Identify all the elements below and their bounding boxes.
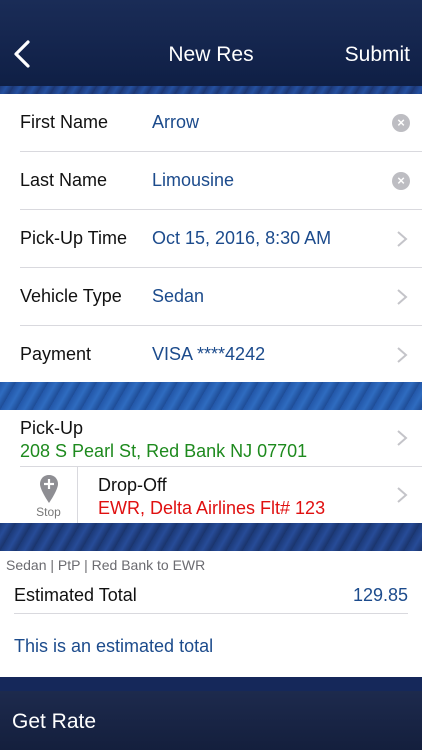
pickup-time-value: Oct 15, 2016, 8:30 AM [152,228,332,248]
estimated-total-value: 129.85 [352,585,408,605]
section-divider-band [0,523,422,551]
chevron-right-icon [397,289,408,305]
clear-icon[interactable]: × [392,172,410,190]
pickup-time-label: Pick-Up Time [20,228,128,248]
get-rate-button[interactable]: Get Rate [12,710,96,734]
estimate-note: This is an estimated total [14,636,214,656]
estimate-panel: Sedan | PtP | Red Bank to EWR Estimated … [0,551,422,677]
row-divider [14,613,408,614]
map-pin-plus-icon [40,475,58,503]
chevron-right-icon [397,487,408,503]
nav-bar: New Res Submit [0,0,422,86]
header-divider-band [0,86,422,94]
vehicle-type-row[interactable]: Vehicle Type Sedan [0,268,422,326]
chevron-right-icon [397,231,408,247]
pickup-row[interactable]: Pick-Up 208 S Pearl St, Red Bank NJ 0770… [0,410,422,467]
footer-divider-band [0,677,422,691]
vehicle-type-label: Vehicle Type [20,286,122,306]
dropoff-label: Drop-Off [98,475,167,495]
payment-label: Payment [20,344,92,364]
chevron-right-icon [397,347,408,363]
dropoff-address: EWR, Delta Airlines Flt# 123 [98,498,326,518]
chevron-right-icon [397,430,408,446]
add-stop-button[interactable]: Stop [20,467,78,523]
pickup-time-row[interactable]: Pick-Up Time Oct 15, 2016, 8:30 AM [0,210,422,268]
pickup-address: 208 S Pearl St, Red Bank NJ 07701 [20,441,308,461]
clear-icon[interactable]: × [392,114,410,132]
bottom-bar: Get Rate [0,691,422,750]
first-name-field[interactable]: Arrow [152,112,199,133]
locations-panel: Pick-Up 208 S Pearl St, Red Bank NJ 0770… [0,410,422,523]
last-name-row[interactable]: Last Name Limousine × [0,152,422,210]
stop-label: Stop [36,505,61,519]
section-divider-band [0,382,422,410]
estimated-total-label: Estimated Total [14,585,137,605]
last-name-label: Last Name [20,170,108,190]
pickup-label: Pick-Up [20,418,84,438]
first-name-label: First Name [20,112,109,132]
payment-row[interactable]: Payment VISA ****4242 [0,326,422,384]
reservation-form: First Name Arrow × Last Name Limousine ×… [0,94,422,382]
first-name-row[interactable]: First Name Arrow × [0,94,422,152]
dropoff-row[interactable]: Drop-Off EWR, Delta Airlines Flt# 123 [78,467,422,523]
trip-summary: Sedan | PtP | Red Bank to EWR [6,557,206,573]
payment-value: VISA ****4242 [152,344,266,364]
submit-button[interactable]: Submit [345,43,410,67]
last-name-field[interactable]: Limousine [152,170,234,191]
vehicle-type-value: Sedan [152,286,205,306]
